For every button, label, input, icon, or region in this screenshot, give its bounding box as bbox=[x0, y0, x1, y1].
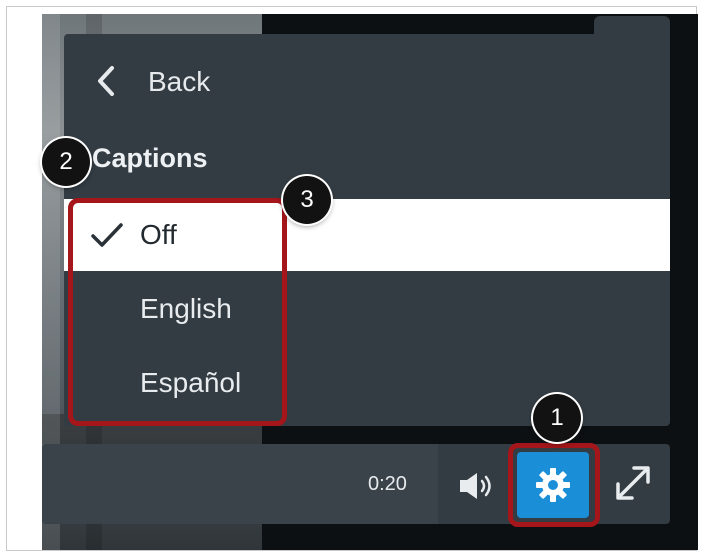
current-time: 0:20 bbox=[368, 473, 407, 495]
callout-3: 3 bbox=[283, 176, 331, 224]
caption-options-highlight bbox=[68, 198, 287, 426]
back-button[interactable]: Back bbox=[148, 62, 210, 102]
captions-heading: Captions bbox=[92, 143, 208, 173]
callout-1: 1 bbox=[533, 394, 581, 442]
fullscreen-icon[interactable] bbox=[612, 462, 654, 504]
settings-button-highlight bbox=[508, 443, 600, 527]
volume-icon[interactable] bbox=[459, 470, 497, 502]
callout-2: 2 bbox=[42, 138, 90, 186]
chevron-left-icon[interactable] bbox=[96, 64, 116, 98]
